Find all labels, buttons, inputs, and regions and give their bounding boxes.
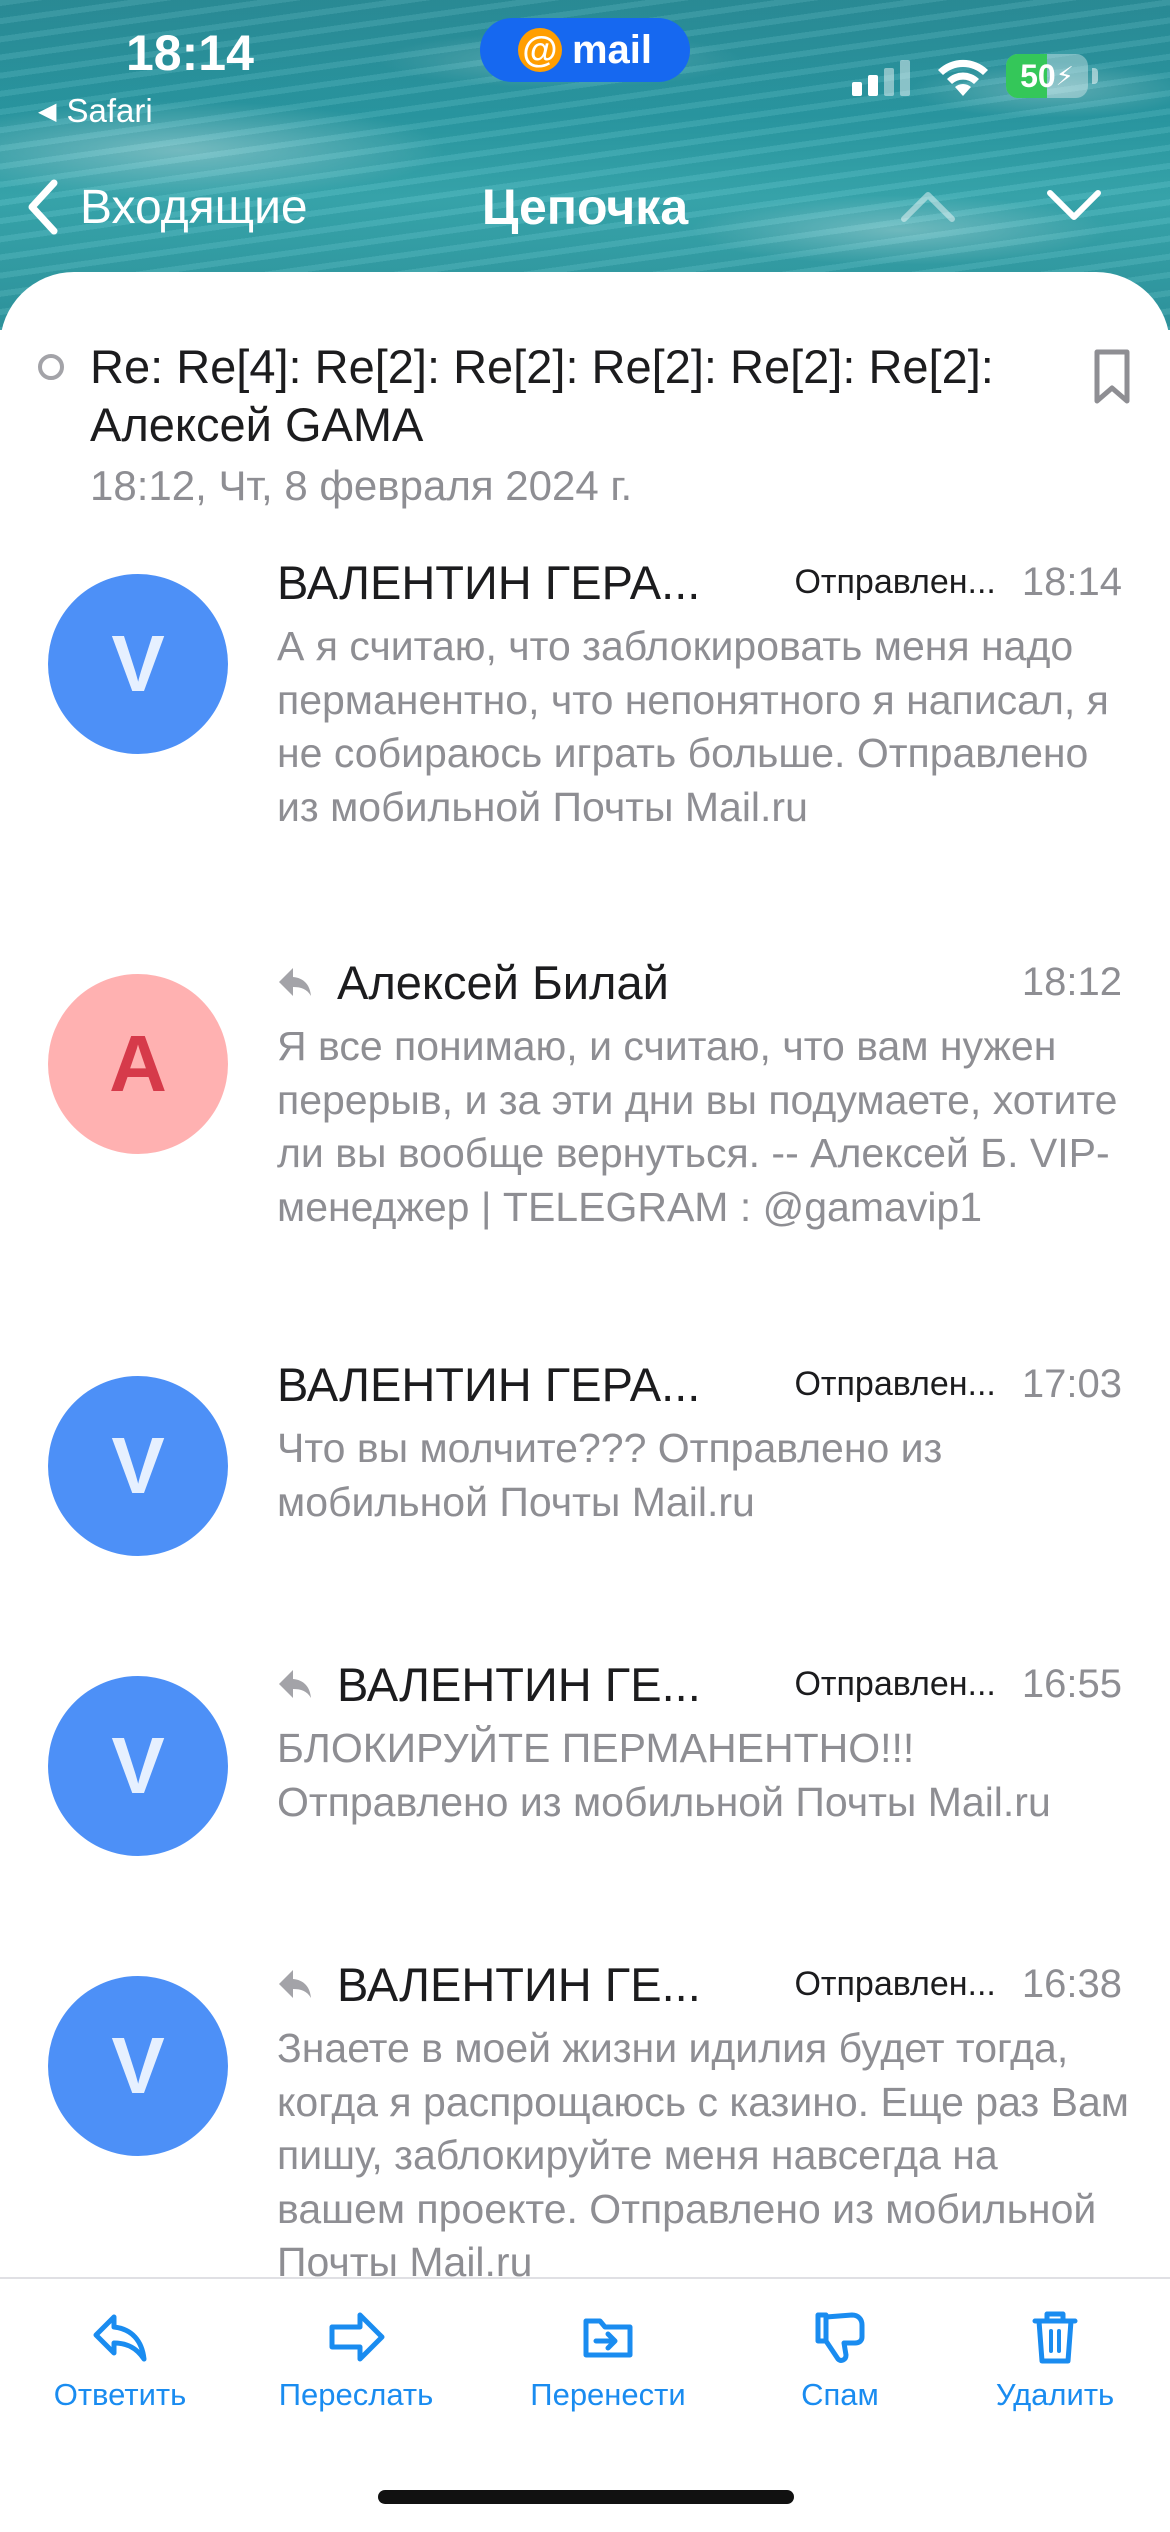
spam-button[interactable]: Спам (740, 2307, 940, 2413)
thread-sheet: Re: Re[4]: Re[2]: Re[2]: Re[2]: Re[2]: R… (0, 272, 1170, 2532)
avatar: V (48, 574, 228, 754)
move-label: Перенести (530, 2377, 686, 2412)
trash-icon (1032, 2311, 1078, 2364)
chevron-up-icon[interactable] (900, 185, 956, 227)
delete-button[interactable]: Удалить (955, 2307, 1155, 2413)
battery-indicator: 50 ⚡ (1006, 54, 1088, 98)
sender-name: Алексей Билай (337, 955, 669, 1009)
message-snippet: Знаете в моей жизни идилия будет тогда, … (277, 2025, 1129, 2285)
read-status-icon[interactable] (38, 354, 64, 380)
page-title: Цепочка (481, 179, 689, 235)
delete-label: Удалить (995, 2377, 1115, 2412)
message-time: 18:12 (1021, 959, 1122, 1004)
move-button[interactable]: Перенести (508, 2307, 708, 2413)
message-item[interactable]: V ВАЛЕНТИН ГЕРА... Отправлен... 17:03 Чт… (0, 1354, 1170, 1654)
battery-label: 50 ⚡ (1020, 57, 1074, 94)
thread-subject: Re: Re[4]: Re[2]: Re[2]: Re[2]: Re[2]: R… (90, 340, 994, 451)
reply-icon (93, 2314, 147, 2362)
forward-icon (329, 2312, 385, 2362)
move-to-folder-icon (583, 2318, 633, 2358)
avatar: V (48, 1676, 228, 1856)
spam-label: Спам (801, 2377, 879, 2412)
avatar: А (48, 974, 228, 1154)
folder-label: Отправлен... (794, 1964, 996, 2003)
sender-name: ВАЛЕНТИН ГЕ... (337, 1657, 701, 1711)
message-header: Алексей Билай 18:12 (277, 952, 1122, 1012)
replied-icon (279, 1970, 311, 1998)
folder-label: Отправлен... (794, 1364, 996, 1403)
back-to-app-link[interactable]: ◀ Safari (38, 92, 153, 130)
mail-brand-pill: @ mail (480, 18, 690, 82)
back-triangle-icon: ◀ (38, 97, 57, 125)
sender-name: ВАЛЕНТИН ГЕ... (337, 1957, 701, 2011)
message-snippet: А я считаю, что заблокировать меня надо … (277, 623, 1109, 830)
message-item[interactable]: V ВАЛЕНТИН ГЕ... Отправлен... 16:55 БЛОК… (0, 1654, 1170, 1954)
message-time: 16:38 (1021, 1961, 1122, 2006)
brand-label: mail (571, 27, 653, 72)
message-header: ВАЛЕНТИН ГЕРА... Отправлен... 18:14 (277, 552, 1122, 612)
home-indicator[interactable] (378, 2490, 794, 2504)
message-time: 16:55 (1021, 1661, 1122, 1706)
forward-label: Переслать (278, 2377, 434, 2412)
message-item[interactable]: А Алексей Билай 18:12 Я все понимаю, и с… (0, 952, 1170, 1332)
message-time: 17:03 (1021, 1361, 1122, 1406)
folder-label: Отправлен... (794, 1664, 996, 1703)
reply-button[interactable]: Ответить (20, 2307, 220, 2413)
folder-label: Отправлен... (794, 562, 996, 601)
status-time: 18:14 (126, 25, 254, 81)
cellular-signal-icon (852, 60, 910, 96)
battery-nub (1092, 68, 1098, 84)
wifi-icon (938, 59, 988, 96)
thumbs-down-icon (815, 2312, 865, 2363)
chevron-down-icon[interactable] (1046, 185, 1102, 227)
message-time: 18:14 (1021, 559, 1122, 604)
sender-name: ВАЛЕНТИН ГЕРА... (277, 1357, 701, 1411)
thread-date: 18:12, Чт, 8 февраля 2024 г. (90, 462, 633, 509)
bookmark-icon[interactable] (1092, 348, 1132, 406)
reply-label: Ответить (53, 2377, 187, 2412)
replied-icon (279, 968, 311, 996)
sender-name: ВАЛЕНТИН ГЕРА... (277, 555, 701, 609)
at-sign-icon: @ (517, 28, 562, 72)
thread-header: Re: Re[4]: Re[2]: Re[2]: Re[2]: Re[2]: R… (0, 304, 1170, 509)
message-header: ВАЛЕНТИН ГЕ... Отправлен... 16:38 (277, 1954, 1122, 2014)
message-header: ВАЛЕНТИН ГЕРА... Отправлен... 17:03 (277, 1354, 1122, 1414)
forward-button[interactable]: Переслать (256, 2307, 456, 2413)
message-snippet: Что вы молчите??? Отправлено из мобильно… (277, 1425, 943, 1525)
back-app-label: Safari (66, 92, 153, 129)
avatar: V (48, 1976, 228, 2156)
message-header: ВАЛЕНТИН ГЕ... Отправлен... 16:55 (277, 1654, 1122, 1714)
replied-icon (279, 1670, 311, 1698)
avatar: V (48, 1376, 228, 1556)
message-item[interactable]: V ВАЛЕНТИН ГЕРА... Отправлен... 18:14 А … (0, 552, 1170, 932)
message-snippet: Я все понимаю, и считаю, что вам нужен п… (277, 1023, 1118, 1230)
message-snippet: БЛОКИРУЙТЕ ПЕРМАНЕНТНО!!! Отправлено из … (277, 1725, 1051, 1825)
